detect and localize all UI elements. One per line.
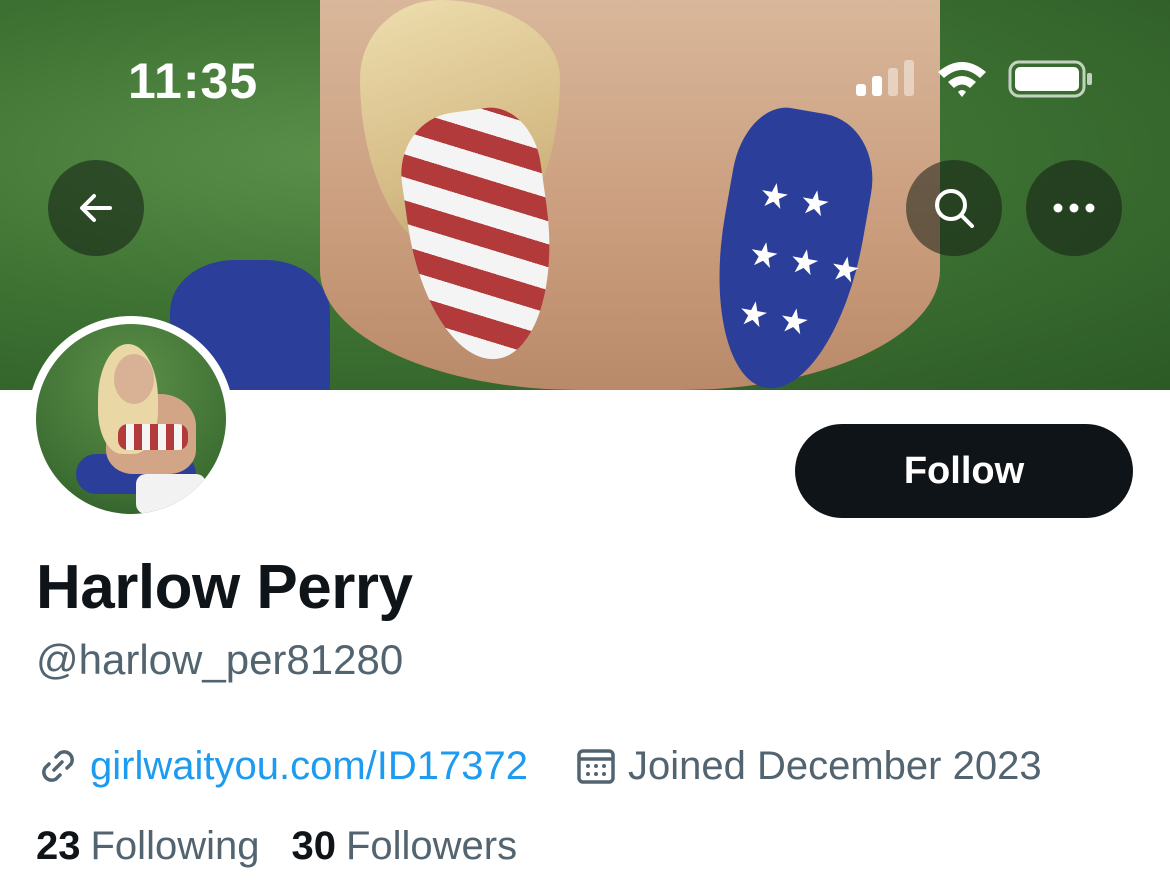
back-button[interactable]: [48, 160, 144, 256]
follow-stats: 23 Following 30 Followers: [36, 824, 517, 869]
following-label: Following: [90, 824, 260, 868]
avatar-photo-detail: [136, 474, 206, 514]
more-horizontal-icon: [1053, 203, 1095, 213]
avatar-photo: [36, 324, 226, 514]
display-name: Harlow Perry: [36, 553, 413, 622]
follow-button[interactable]: Follow: [795, 424, 1133, 518]
battery-icon: [1008, 60, 1092, 98]
calendar-icon: [577, 749, 615, 784]
more-button[interactable]: [1026, 160, 1122, 256]
following-stat[interactable]: 23 Following: [36, 824, 259, 869]
cellular-signal-icon: [856, 60, 914, 96]
website-link[interactable]: girlwaityou.com/ID17372: [90, 744, 528, 789]
profile-meta: girlwaityou.com/ID17372 Joined December …: [36, 738, 1042, 794]
followers-label: Followers: [345, 824, 518, 868]
avatar-photo-detail: [114, 354, 154, 404]
wifi-icon: [938, 62, 986, 97]
avatar[interactable]: [28, 316, 234, 522]
user-handle: @harlow_per81280: [36, 636, 404, 683]
avatar-photo-detail: [118, 424, 188, 450]
link-icon: [42, 750, 74, 782]
arrow-left-icon: [80, 194, 112, 222]
followers-count: 30: [291, 824, 336, 868]
search-icon: [935, 189, 974, 228]
status-time: 11:35: [128, 53, 259, 109]
following-count: 23: [36, 824, 81, 868]
search-button[interactable]: [906, 160, 1002, 256]
joined-date: Joined December 2023: [628, 743, 1042, 788]
followers-stat[interactable]: 30 Followers: [291, 824, 517, 869]
